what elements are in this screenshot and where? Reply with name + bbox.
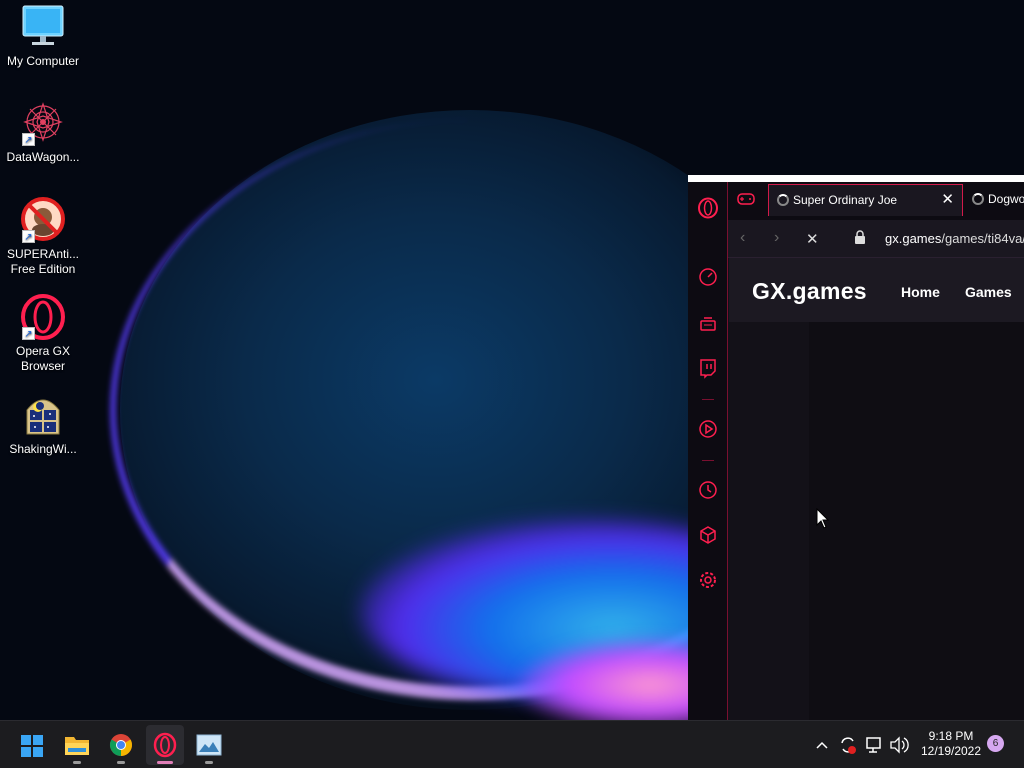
page-content: [729, 322, 1024, 720]
gx-games-logo[interactable]: GX.games: [752, 278, 867, 305]
back-icon[interactable]: ‹: [740, 229, 745, 247]
nav-games-link[interactable]: Games: [965, 284, 1012, 300]
show-hidden-icons[interactable]: [815, 721, 829, 768]
network-icon[interactable]: [864, 721, 884, 768]
address-bar: ‹ › ✕ gx.games/games/ti84va/: [728, 220, 1024, 258]
box-icon[interactable]: [697, 524, 719, 546]
stop-loading-icon[interactable]: ✕: [806, 230, 819, 248]
content-left-panel: [729, 322, 809, 720]
loading-spinner-icon: [972, 193, 984, 205]
url-path: /games/ti84va/: [941, 231, 1024, 246]
superantispyware-icon: ↗: [20, 197, 66, 243]
taskbar-file-explorer[interactable]: [58, 725, 96, 765]
twitch-icon[interactable]: [697, 357, 719, 379]
notification-badge[interactable]: 6: [987, 735, 1004, 752]
photos-icon: [196, 734, 222, 756]
datawagon-icon: ↗: [20, 100, 66, 146]
loading-spinner-icon: [777, 194, 789, 206]
speedometer-icon[interactable]: [697, 266, 719, 288]
opera-gx-icon: ↗: [20, 294, 66, 340]
desktop-icon-label-line2: Free Edition: [10, 262, 76, 276]
clock-time: 9:18 PM: [928, 729, 974, 743]
start-icon: [21, 735, 43, 757]
desktop-icon-label-line2: Browser: [20, 359, 65, 373]
url-domain: gx.games: [885, 231, 942, 246]
tab-title: Super Ordinary Joe: [793, 193, 898, 207]
opera-gx-window[interactable]: Super Ordinary Joe ✕ Dogwo ‹ › ✕ gx.game…: [688, 175, 1024, 720]
desktop-icon-shakingwindow[interactable]: ShakingWi...: [0, 392, 86, 457]
desktop-icon-my-computer[interactable]: My Computer: [0, 4, 86, 69]
desktop-icon-superantispyware[interactable]: ↗ SUPERAnti... Free Edition: [0, 197, 86, 277]
desktop-icon-label: SUPERAnti...: [6, 247, 80, 261]
tab-dogwood[interactable]: Dogwo: [964, 184, 1024, 216]
shaking-window-icon: [20, 392, 66, 438]
tab-super-ordinary-joe[interactable]: Super Ordinary Joe ✕: [768, 184, 963, 216]
nav-home-link[interactable]: Home: [901, 284, 940, 300]
start-button[interactable]: [13, 725, 51, 765]
game-controller-icon[interactable]: [736, 190, 756, 208]
settings-icon[interactable]: [697, 569, 719, 591]
taskbar-opera-gx[interactable]: [146, 725, 184, 765]
desktop-icon-label: ShakingWi...: [9, 442, 77, 456]
tab-bar: Super Ordinary Joe ✕ Dogwo: [728, 182, 1024, 220]
mouse-cursor-icon: [816, 507, 830, 530]
chrome-icon: [110, 734, 132, 756]
opera-gx-icon: [153, 732, 177, 758]
desktop-icon-datawagon[interactable]: ↗ DataWagon...: [0, 100, 86, 165]
monitor-icon: [20, 4, 66, 50]
volume-icon[interactable]: [889, 721, 909, 768]
player-icon[interactable]: [697, 418, 719, 440]
browser-sidebar: [688, 182, 728, 720]
desktop-icon-label: DataWagon...: [6, 150, 80, 164]
clock[interactable]: 9:18 PM 12/19/2022: [918, 729, 984, 759]
taskbar-chrome[interactable]: [102, 725, 140, 765]
taskbar-photos[interactable]: [190, 725, 228, 765]
gx-games-header: GX.games Home Games: [729, 258, 1024, 322]
forward-icon[interactable]: ›: [774, 229, 779, 247]
lock-icon: [854, 230, 866, 244]
shortcut-arrow-icon: ↗: [22, 133, 35, 146]
sync-icon[interactable]: [838, 721, 858, 768]
game-controller-icon[interactable]: [697, 312, 719, 334]
desktop-icon-opera-gx[interactable]: ↗ Opera GX Browser: [0, 294, 86, 374]
desktop-icon-label: Opera GX: [15, 344, 71, 358]
file-explorer-icon: [65, 737, 89, 755]
url-field[interactable]: gx.games/games/ti84va/: [885, 231, 1024, 246]
history-icon[interactable]: [697, 479, 719, 501]
desktop-icon-label: My Computer: [6, 54, 80, 68]
shortcut-arrow-icon: ↗: [22, 327, 35, 340]
opera-icon[interactable]: [697, 197, 719, 219]
shortcut-arrow-icon: ↗: [22, 230, 35, 243]
clock-date: 12/19/2022: [920, 744, 982, 758]
taskbar: 9:18 PM 12/19/2022: [0, 720, 1024, 768]
close-tab-icon[interactable]: ✕: [941, 185, 954, 215]
tab-title: Dogwo: [988, 192, 1024, 206]
